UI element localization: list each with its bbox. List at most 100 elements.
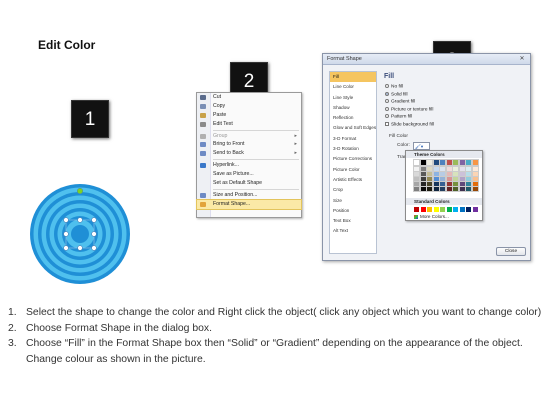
nav-item-text-box[interactable]: Text Box [330, 216, 376, 226]
standard-color-swatch[interactable] [459, 207, 465, 212]
theme-color-swatch[interactable] [445, 170, 453, 178]
theme-color-swatch[interactable] [432, 159, 440, 166]
theme-color-swatch[interactable] [465, 165, 472, 173]
menu-item-cut[interactable]: Cut [197, 93, 301, 102]
nav-item-size[interactable]: Size [330, 196, 376, 206]
menu-item-format-shape[interactable]: Format Shape... [196, 198, 302, 210]
option-gradient-fill[interactable]: Gradient fill [385, 99, 415, 106]
theme-color-swatch[interactable] [413, 180, 420, 188]
theme-color-swatch[interactable] [458, 159, 466, 166]
nav-item-alt-text[interactable]: Alt Text [330, 226, 376, 236]
theme-color-swatch[interactable] [439, 185, 446, 193]
nav-item-line-style[interactable]: Line Style [330, 93, 376, 103]
menu-item-edit-text[interactable]: Edit Text [197, 120, 301, 129]
theme-color-swatch[interactable] [452, 185, 459, 193]
theme-color-swatch[interactable] [426, 165, 433, 173]
theme-color-swatch[interactable] [458, 185, 466, 193]
theme-color-swatch[interactable] [458, 180, 466, 188]
theme-color-swatch[interactable] [458, 175, 466, 183]
standard-color-swatch[interactable] [440, 207, 445, 212]
theme-color-swatch[interactable] [465, 159, 472, 166]
nav-item-3-d-format[interactable]: 3-D Format [330, 134, 376, 144]
theme-color-swatch[interactable] [432, 180, 440, 188]
theme-color-swatch[interactable] [432, 185, 440, 193]
theme-color-swatch[interactable] [432, 175, 440, 183]
fill-color-dropdown[interactable]: 🖌▾ [413, 142, 430, 150]
theme-color-swatch[interactable] [413, 170, 420, 178]
menu-item-copy[interactable]: Copy [197, 102, 301, 111]
dialog-close-button[interactable]: Close [496, 247, 526, 256]
theme-color-swatch[interactable] [413, 185, 420, 193]
menu-item-bring-to-front[interactable]: Bring to Front ▸ [197, 140, 301, 149]
option-no-fill[interactable]: No fill [385, 84, 403, 91]
theme-color-swatch[interactable] [458, 170, 466, 178]
nav-item-shadow[interactable]: Shadow [330, 103, 376, 113]
concentric-rings-shape[interactable] [28, 182, 132, 286]
theme-color-swatch[interactable] [426, 159, 433, 166]
menu-item-send-to-back[interactable]: Send to Back ▸ [197, 149, 301, 158]
nav-item-picture-corrections[interactable]: Picture Corrections [330, 154, 376, 164]
theme-color-swatch[interactable] [471, 159, 479, 166]
standard-color-swatch[interactable] [420, 207, 426, 212]
option-picture-or-texture-fill[interactable]: Picture or texture fill [385, 106, 433, 114]
theme-color-swatch[interactable] [419, 175, 427, 183]
theme-color-swatch[interactable] [471, 185, 479, 193]
theme-color-swatch[interactable] [439, 175, 446, 183]
theme-color-swatch[interactable] [445, 175, 453, 183]
nav-item-crop[interactable]: Crop [330, 185, 376, 195]
nav-item-line-color[interactable]: Line Color [330, 82, 376, 92]
theme-color-swatch[interactable] [419, 165, 427, 173]
nav-item-artistic-effects[interactable]: Artistic Effects [330, 175, 376, 185]
theme-color-swatch[interactable] [419, 159, 427, 166]
theme-color-swatch[interactable] [419, 180, 427, 188]
standard-color-swatch[interactable] [427, 207, 432, 212]
theme-color-swatch[interactable] [471, 170, 479, 178]
theme-color-swatch[interactable] [471, 175, 479, 183]
theme-color-swatch[interactable] [426, 170, 433, 178]
theme-color-swatch[interactable] [452, 159, 459, 166]
theme-color-swatch[interactable] [445, 159, 453, 166]
theme-color-swatch[interactable] [426, 185, 433, 193]
option-slide-background-fill[interactable]: Slide background fill [385, 121, 434, 129]
theme-color-swatch[interactable] [452, 165, 459, 173]
theme-color-swatch[interactable] [413, 165, 420, 173]
theme-color-swatch[interactable] [439, 180, 446, 188]
standard-color-swatch[interactable] [414, 207, 419, 212]
theme-color-swatch[interactable] [445, 185, 453, 193]
menu-item-save-as-picture[interactable]: Save as Picture... [197, 170, 301, 179]
option-pattern-fill[interactable]: Pattern fill [385, 114, 412, 121]
menu-item-paste[interactable]: Paste [197, 111, 301, 120]
theme-color-swatch[interactable] [419, 185, 427, 193]
theme-color-swatch[interactable] [432, 170, 440, 178]
theme-color-swatch[interactable] [432, 165, 440, 173]
menu-item-group[interactable]: Group ▸ [197, 132, 301, 141]
theme-color-swatch[interactable] [413, 175, 420, 183]
close-icon[interactable]: ✕ [517, 55, 527, 63]
theme-color-swatch[interactable] [439, 170, 446, 178]
standard-color-swatch[interactable] [466, 207, 471, 212]
theme-color-swatch[interactable] [439, 159, 446, 166]
theme-color-swatch[interactable] [465, 185, 472, 193]
option-solid-fill[interactable]: Solid fill [385, 91, 408, 99]
nav-item-position[interactable]: Position [330, 206, 376, 216]
theme-color-swatch[interactable] [445, 180, 453, 188]
menu-item-hyperlink[interactable]: Hyperlink... [197, 161, 301, 170]
theme-color-swatch[interactable] [471, 165, 479, 173]
theme-color-swatch[interactable] [452, 180, 459, 188]
theme-color-swatch[interactable] [452, 175, 459, 183]
nav-item-picture-color[interactable]: Picture Color [330, 165, 376, 175]
theme-color-swatch[interactable] [413, 159, 420, 166]
theme-color-swatch[interactable] [452, 170, 459, 178]
more-colors-link[interactable]: More Colors... [414, 214, 449, 219]
menu-item-size-and-position[interactable]: Size and Position... [197, 191, 301, 200]
theme-color-swatch[interactable] [445, 165, 453, 173]
theme-color-swatch[interactable] [419, 170, 427, 178]
standard-color-swatch[interactable] [433, 207, 439, 212]
standard-color-swatch[interactable] [472, 207, 478, 212]
standard-color-swatch[interactable] [446, 207, 452, 212]
nav-item-reflection[interactable]: Reflection [330, 113, 376, 123]
theme-color-swatch[interactable] [426, 180, 433, 188]
nav-item-3-d-rotation[interactable]: 3-D Rotation [330, 144, 376, 154]
theme-color-swatch[interactable] [471, 180, 479, 188]
theme-color-swatch[interactable] [465, 175, 472, 183]
